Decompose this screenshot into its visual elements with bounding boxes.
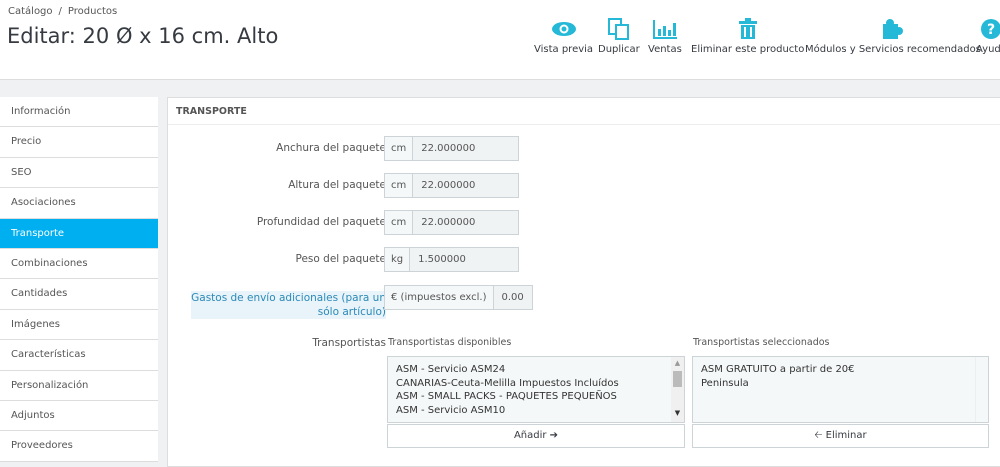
delete-label: Eliminar este producto — [691, 44, 805, 55]
sidebar-item-precio[interactable]: Precio — [0, 127, 158, 158]
page-header: Catálogo / Productos Editar: 20 Ø x 16 cm.… — [0, 0, 1000, 80]
add-carrier-button[interactable]: Añadir ➔ — [387, 424, 685, 448]
unit-addon: kg — [385, 248, 411, 271]
field-value[interactable]: 22.000000 — [413, 211, 518, 234]
available-carriers-list[interactable]: ASM - Servicio ASM24 CANARIAS-Ceuta-Melil… — [387, 356, 685, 423]
currency-addon: € (impuestos excl.) — [385, 286, 494, 309]
field-input[interactable]: cm 22.000000 — [384, 136, 519, 161]
sidebar-item-seo[interactable]: SEO — [0, 157, 158, 189]
panel-title: TRANSPORTE — [168, 98, 1000, 125]
duplicate-button[interactable]: Duplicar — [598, 14, 640, 55]
shipping-cost-value[interactable]: 0.00 — [493, 286, 532, 309]
sidebar-item-caracteristicas[interactable]: Características — [0, 340, 158, 371]
sidebar-item-transporte[interactable]: Transporte — [0, 218, 158, 249]
sales-label: Ventas — [648, 44, 682, 55]
field-label: Profundidad del paquete — [256, 216, 386, 228]
unit-addon: cm — [385, 137, 414, 160]
page-title: Editar: 20 Ø x 16 cm. Alto — [7, 24, 279, 48]
carrier-option[interactable]: ASM GRATUITO a partir de 20€ — [701, 363, 980, 377]
help-button[interactable]: ? Ayuda — [976, 14, 1000, 55]
sidebar-item-cantidades[interactable]: Cantidades — [0, 279, 158, 310]
preview-button[interactable]: Vista previa — [534, 14, 593, 55]
sidebar-item-personalizacion[interactable]: Personalización — [0, 370, 158, 401]
breadcrumb-products[interactable]: Productos — [68, 6, 117, 17]
remove-carrier-button[interactable]: 🡠 Eliminar — [692, 424, 989, 448]
field-value[interactable]: 22.000000 — [413, 174, 518, 197]
help-label: Ayuda — [976, 44, 1000, 55]
field-label: Peso del paquete — [295, 253, 387, 265]
bar-chart-icon — [648, 14, 682, 44]
sidebar-item-proveedores[interactable]: Proveedores — [0, 431, 158, 462]
shipping-label-line1: Gastos de envío adicionales (para un — [191, 292, 386, 304]
trash-icon — [691, 14, 804, 44]
sidebar-item-imagenes[interactable]: Imágenes — [0, 309, 158, 341]
field-input[interactable]: cm 22.000000 — [384, 210, 519, 235]
breadcrumb: Catálogo / Productos — [8, 6, 123, 17]
field-input[interactable]: cm 22.000000 — [384, 173, 519, 198]
shipping-cost-label: Gastos de envío adicionales (para un sólo… — [191, 291, 386, 319]
preview-label: Vista previa — [534, 44, 594, 55]
sidebar-item-asociaciones[interactable]: Asociaciones — [0, 188, 158, 219]
sidebar: Información Precio SEO Asociaciones Transpor… — [0, 97, 158, 462]
modules-label: Módulos y Servicios recomendados — [805, 44, 981, 55]
eye-icon — [534, 14, 593, 44]
scrollbar[interactable]: ▲ ▼ — [671, 357, 684, 422]
breadcrumb-sep: / — [58, 6, 62, 17]
scrollbar[interactable] — [975, 357, 988, 422]
field-value[interactable]: 1.500000 — [410, 248, 518, 271]
sidebar-item-informacion[interactable]: Información — [0, 97, 158, 128]
svg-text:?: ? — [987, 22, 995, 38]
field-value[interactable]: 22.000000 — [413, 137, 518, 160]
delete-product-button[interactable]: Eliminar este producto — [691, 14, 804, 55]
selected-carriers-label: Transportistas seleccionados — [693, 337, 830, 348]
field-input[interactable]: kg 1.500000 — [384, 247, 519, 272]
sidebar-item-adjuntos[interactable]: Adjuntos — [0, 400, 158, 432]
modules-button[interactable]: Módulos y Servicios recomendados — [805, 14, 981, 55]
transport-panel: TRANSPORTE Anchura del paquete cm 22.00000… — [167, 97, 1000, 467]
unit-addon: cm — [385, 211, 414, 234]
carrier-option[interactable]: ASM - Servicio ASM10 — [396, 404, 676, 418]
carrier-option[interactable]: ASM - SMALL PACKS - PAQUETES PEQUEÑOS — [396, 390, 676, 404]
unit-addon: cm — [385, 174, 414, 197]
carriers-label: Transportistas — [312, 337, 386, 349]
available-carriers-label: Transportistas disponibles — [388, 337, 512, 348]
carrier-option[interactable]: CANARIAS-Ceuta-Melilla Impuestos Incluíd… — [396, 377, 676, 391]
field-label: Anchura del paquete — [276, 142, 386, 154]
sidebar-item-combinaciones[interactable]: Combinaciones — [0, 248, 158, 280]
field-label: Altura del paquete — [288, 179, 386, 191]
selected-carriers-list[interactable]: ASM GRATUITO a partir de 20€ Peninsula — [692, 356, 989, 423]
help-icon: ? — [976, 14, 1000, 44]
carrier-option[interactable]: Peninsula — [701, 377, 980, 391]
puzzle-icon — [805, 14, 981, 44]
copy-icon — [598, 14, 640, 44]
breadcrumb-catalog[interactable]: Catálogo — [8, 6, 53, 17]
sales-button[interactable]: Ventas — [648, 14, 682, 55]
shipping-cost-input[interactable]: € (impuestos excl.) 0.00 — [384, 285, 533, 310]
duplicate-label: Duplicar — [598, 44, 640, 55]
shipping-label-line2: sólo artículo) — [317, 306, 386, 318]
carrier-option[interactable]: ASM - Servicio ASM24 — [396, 363, 676, 377]
